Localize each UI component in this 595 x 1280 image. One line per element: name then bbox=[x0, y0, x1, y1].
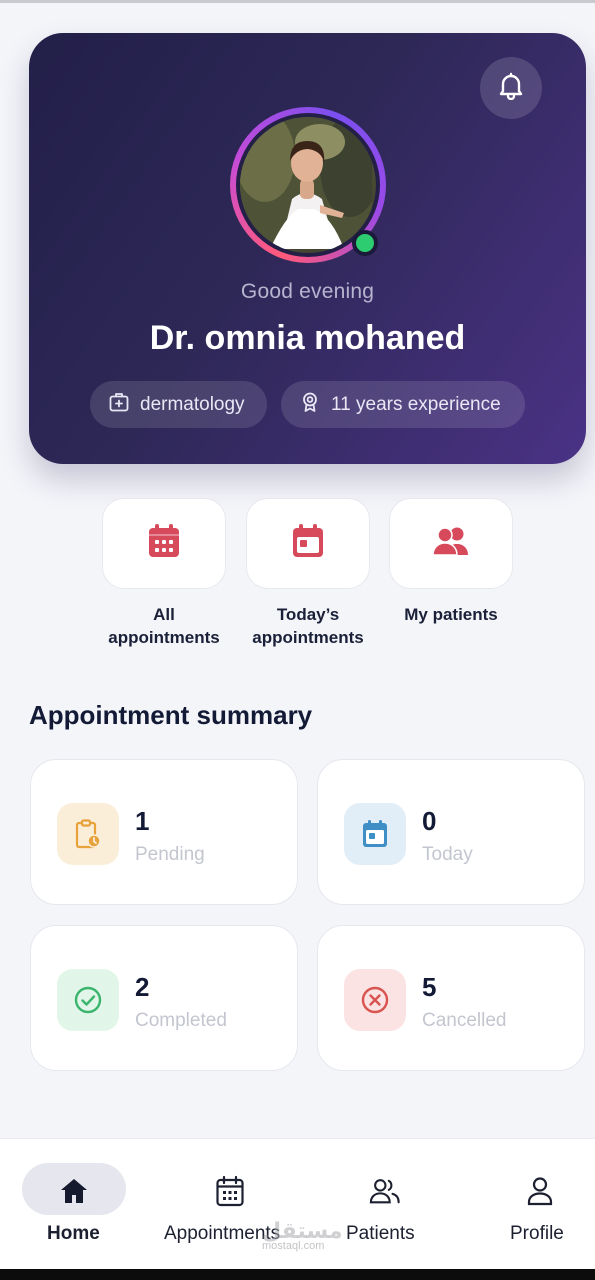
quick-action-label: All appointments bbox=[108, 605, 220, 647]
online-status-dot bbox=[352, 230, 378, 256]
nav-item-profile[interactable]: Profile bbox=[450, 1139, 595, 1270]
pending-count: 1 bbox=[135, 806, 150, 836]
today-label: Today bbox=[422, 844, 473, 865]
greeting-text: Good evening bbox=[240, 280, 375, 303]
nav-label-profile: Profile bbox=[510, 1223, 564, 1244]
quick-action-label: My patients bbox=[404, 605, 498, 624]
cancelled-count: 5 bbox=[422, 972, 437, 1002]
users-icon bbox=[369, 1175, 401, 1207]
clipboard-clock-icon bbox=[57, 803, 119, 865]
notifications-button[interactable] bbox=[480, 57, 542, 119]
quick-action-my-patients[interactable]: My patients bbox=[389, 498, 513, 626]
specialty-chip: dermatology bbox=[90, 381, 267, 428]
nav-label-patients: Patients bbox=[346, 1223, 415, 1244]
system-nav-bar bbox=[0, 1269, 595, 1280]
award-icon bbox=[299, 391, 321, 419]
home-icon bbox=[58, 1175, 90, 1207]
today-count: 0 bbox=[422, 806, 437, 836]
medical-bag-icon bbox=[108, 391, 130, 419]
quick-action-all-appointments[interactable]: All appointments bbox=[102, 498, 226, 649]
specialty-label: dermatology bbox=[140, 393, 245, 415]
pending-label: Pending bbox=[135, 844, 205, 865]
section-title: Appointment summary bbox=[29, 700, 313, 730]
quick-action-tile[interactable] bbox=[102, 498, 226, 589]
status-divider bbox=[0, 0, 595, 3]
quick-action-todays-appointments[interactable]: Today’s appointments bbox=[246, 498, 370, 649]
experience-label: 11 years experience bbox=[331, 393, 501, 415]
experience-chip: 11 years experience bbox=[281, 381, 525, 428]
cancelled-label: Cancelled bbox=[422, 1010, 507, 1031]
check-circle-icon bbox=[57, 969, 119, 1031]
summary-card-completed[interactable]: 2 Completed bbox=[30, 925, 298, 1071]
x-circle-icon bbox=[344, 969, 406, 1031]
nav-label-home: Home bbox=[47, 1223, 100, 1244]
summary-card-cancelled[interactable]: 5 Cancelled bbox=[317, 925, 585, 1071]
users-icon bbox=[431, 525, 471, 562]
nav-item-home[interactable]: Home bbox=[0, 1139, 148, 1270]
summary-card-pending[interactable]: 1 Pending bbox=[30, 759, 298, 905]
doctor-name: Dr. omnia mohaned bbox=[149, 319, 466, 357]
bell-icon bbox=[498, 72, 524, 105]
calendar-icon bbox=[214, 1175, 246, 1207]
watermark-url: mostaql.com bbox=[262, 1240, 325, 1252]
user-icon bbox=[524, 1175, 556, 1207]
summary-card-today[interactable]: 0 Today bbox=[317, 759, 585, 905]
calendar-today-icon bbox=[291, 523, 325, 564]
doctor-profile-card: Good evening Dr. omnia mohaned dermatolo… bbox=[29, 33, 586, 464]
completed-label: Completed bbox=[135, 1010, 227, 1031]
calendar-icon bbox=[344, 803, 406, 865]
calendar-grid-icon bbox=[147, 523, 181, 564]
quick-action-label: Today’s appointments bbox=[252, 605, 364, 647]
completed-count: 2 bbox=[135, 972, 150, 1002]
quick-action-tile[interactable] bbox=[246, 498, 370, 589]
quick-action-tile[interactable] bbox=[389, 498, 513, 589]
